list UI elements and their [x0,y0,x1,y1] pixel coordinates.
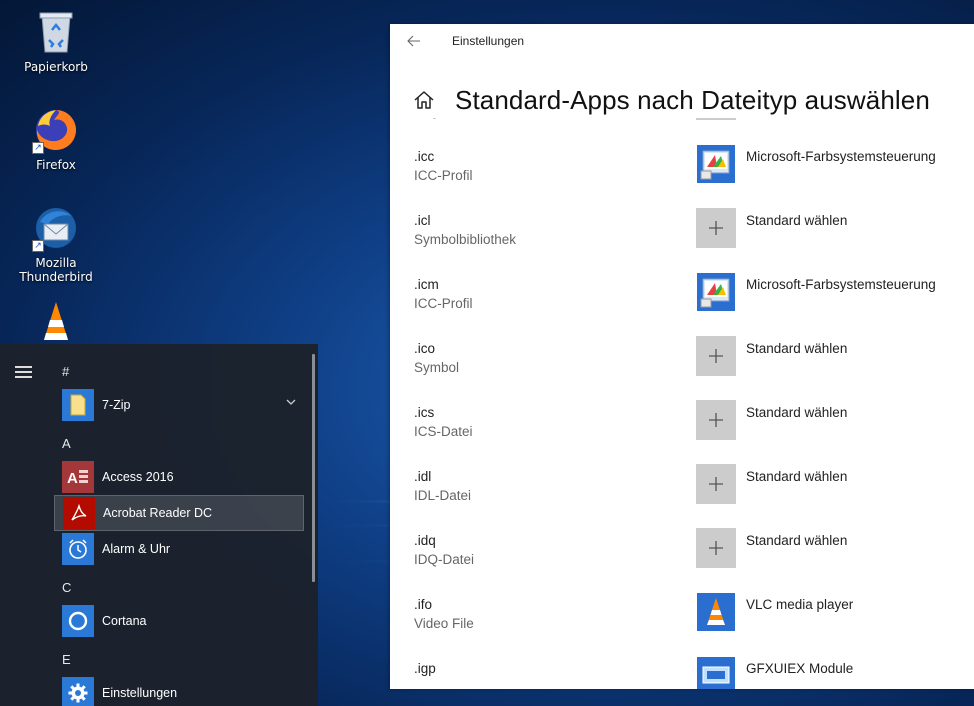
settings-window: Einstellungen Standard-Apps nach Dateity… [390,24,974,689]
plus-icon[interactable] [696,118,736,120]
file-type-description: ICC-Profil [414,168,473,183]
settings-gear-icon [62,677,94,706]
vlc-icon[interactable] [696,592,736,632]
app-label: Alarm & Uhr [102,542,171,556]
desktop-icon-label: Firefox [36,158,76,172]
file-type-row: .ico Symbol Standard wählen [390,336,974,400]
default-app-name[interactable]: Standard wählen [746,533,847,548]
group-header[interactable]: A [62,436,71,451]
recycle-bin-icon [32,8,80,56]
app-label: Cortana [102,614,147,628]
firefox-icon: ↗ [32,106,80,154]
chevron-down-icon[interactable] [286,397,296,407]
page-title: Standard-Apps nach Dateityp auswählen [455,84,930,115]
file-type-description: IDL-Datei [414,488,472,503]
app-alarm-uhr[interactable]: Alarm & Uhr [54,531,304,567]
group-header[interactable]: E [62,652,71,667]
app-access-2016[interactable]: A Access 2016 [54,459,304,495]
app-label: Einstellungen [102,686,178,700]
desktop-icon-label: Mozilla Thunderbird [19,256,93,284]
file-type-row: .icl Symbolbibliothek Standard wählen [390,208,974,272]
plus-icon[interactable] [696,208,736,248]
plus-icon[interactable] [696,464,736,504]
default-app-name[interactable]: Standard wählen [746,405,847,420]
group-header[interactable]: C [62,580,71,595]
file-extension: .ico [414,341,436,356]
start-menu-rail [0,344,48,706]
app-7zip[interactable]: 7-Zip [54,387,304,423]
hamburger-menu-icon[interactable] [15,366,32,378]
default-app-name[interactable]: GFXUIEX Module [746,661,853,676]
file-extension: .idl [414,469,432,484]
vlc-icon [32,300,80,348]
file-type-row: .icc ICC-Profil Microsoft-Farbsystemsteuer… [390,144,974,208]
file-type-description: ICC-Profil [414,296,473,311]
shortcut-arrow-icon: ↗ [32,240,44,252]
acrobat-reader-icon [63,497,95,529]
svg-text:A: A [67,470,78,487]
default-app-name[interactable]: Standard wählen [746,341,847,356]
file-type-row: .idq IDQ-Datei Standard wählen [390,528,974,592]
app-einstellungen[interactable]: Einstellungen [54,675,304,706]
access-icon: A [62,461,94,493]
group-header[interactable]: # [62,364,69,379]
file-type-description: IBQ-Datei [414,118,473,119]
back-arrow-icon[interactable] [406,33,422,49]
file-extension: .ics [414,405,435,420]
file-type-row: .ics ICS-Datei Standard wählen [390,400,974,464]
desktop-icon-label: Papierkorb [24,60,88,74]
alarm-clock-icon [62,533,94,565]
file-type-row: .idl IDL-Datei Standard wählen [390,464,974,528]
file-type-rows: IBQ-Datei .icc ICC-Profil Microsoft-Farbsys… [390,118,974,689]
file-type-row: .icm ICC-Profil Microsoft-Farbsystemsteuer… [390,272,974,336]
title-bar: Einstellungen [390,24,974,58]
file-extension: .icl [414,213,431,228]
app-acrobat-reader-dc[interactable]: Acrobat Reader DC [54,495,304,531]
file-extension: .icm [414,277,439,292]
shortcut-arrow-icon: ↗ [32,142,44,154]
color-management-icon[interactable] [696,144,736,184]
desktop-icon-firefox[interactable]: ↗ Firefox [0,106,112,172]
cortana-icon [62,605,94,637]
file-type-row: .igp GFXUIEX Module [390,656,974,689]
file-type-row: IBQ-Datei [390,118,974,144]
default-app-name[interactable]: Microsoft-Farbsystemsteuerung [746,149,936,164]
gfx-module-icon[interactable] [696,656,736,689]
start-menu-scrollbar[interactable] [312,354,315,582]
plus-icon[interactable] [696,400,736,440]
plus-icon[interactable] [696,528,736,568]
file-type-description: Symbolbibliothek [414,232,517,247]
file-extension: .ifo [414,597,433,612]
desktop-icon-thunderbird[interactable]: ↗ Mozilla Thunderbird [0,204,112,284]
home-icon[interactable] [413,89,435,111]
7zip-folder-icon [62,389,94,421]
file-extension: .icc [414,149,435,164]
desktop-icon-recycle-bin[interactable]: Papierkorb [0,8,112,74]
app-label: 7-Zip [102,398,131,412]
color-management-icon[interactable] [696,272,736,312]
default-app-name[interactable]: VLC media player [746,597,853,612]
thunderbird-icon: ↗ [32,204,80,252]
file-type-description: IDQ-Datei [414,552,475,567]
plus-icon[interactable] [696,336,736,376]
app-cortana[interactable]: Cortana [54,603,304,639]
file-extension: .idq [414,533,436,548]
app-label: Acrobat Reader DC [103,506,213,520]
window-title: Einstellungen [452,34,525,48]
default-app-name[interactable]: Microsoft-Farbsystemsteuerung [746,277,936,292]
page-header: Standard-Apps nach Dateityp auswählen [390,82,974,118]
file-type-row: .ifo Video File VLC media player [390,592,974,656]
file-type-description: Video File [414,616,474,631]
default-app-name[interactable]: Standard wählen [746,213,847,228]
file-type-description: ICS-Datei [414,424,473,439]
file-extension: .igp [414,661,436,676]
app-label: Access 2016 [102,470,174,484]
file-type-list: IBQ-Datei .icc ICC-Profil Microsoft-Farbsys… [390,118,974,689]
start-menu: # 7-Zip A A Access 2016 Acrobat Reader D… [0,344,318,706]
file-type-description: Symbol [414,360,460,375]
default-app-name[interactable]: Standard wählen [746,469,847,484]
